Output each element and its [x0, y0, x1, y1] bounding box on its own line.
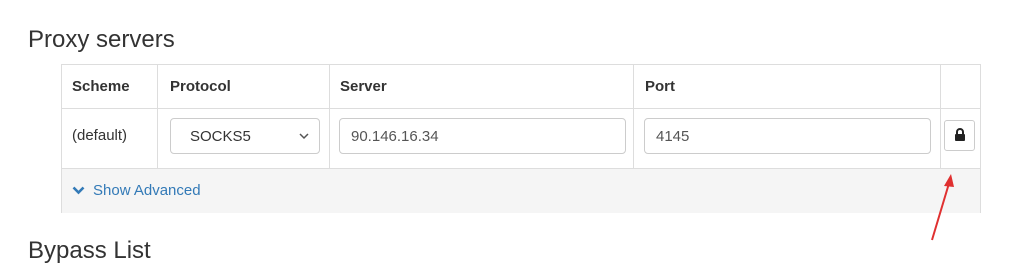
protocol-select-value: SOCKS5 [190, 128, 251, 145]
header-server: Server [340, 78, 387, 95]
lock-button[interactable] [944, 120, 975, 151]
table-header-row: Scheme Protocol Server Port [62, 65, 980, 109]
bypass-list-title: Bypass List [28, 237, 151, 264]
lock-icon [955, 128, 965, 141]
column-divider [157, 65, 158, 168]
proxy-servers-table: Scheme Protocol Server Port (default) SO… [61, 64, 981, 213]
column-divider [329, 65, 330, 168]
chevron-down-icon [299, 133, 309, 140]
scheme-cell: (default) [72, 127, 128, 144]
column-divider [633, 65, 634, 168]
header-protocol: Protocol [170, 78, 231, 95]
protocol-select[interactable]: SOCKS5 [170, 118, 320, 154]
header-scheme: Scheme [72, 78, 130, 95]
column-divider [940, 65, 941, 168]
server-input[interactable] [339, 118, 626, 154]
port-input[interactable] [644, 118, 931, 154]
proxy-servers-title: Proxy servers [28, 26, 175, 53]
header-port: Port [645, 78, 675, 95]
chevron-down-icon[interactable] [72, 185, 85, 196]
red-arrow-annotation [931, 174, 954, 241]
show-advanced-link[interactable]: Show Advanced [93, 182, 201, 200]
advanced-footer: Show Advanced [62, 168, 980, 213]
